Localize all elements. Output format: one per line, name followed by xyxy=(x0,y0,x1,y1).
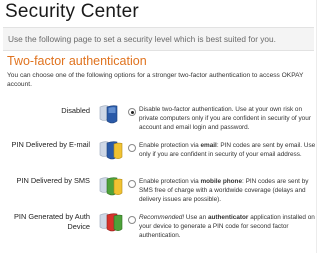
option-description: Disable two-factor authentication. Use a… xyxy=(139,105,317,132)
option-label: PIN Generated by Auth Device xyxy=(13,212,90,231)
shield-sms-icon xyxy=(99,177,123,196)
desc-text: Use an xyxy=(184,214,208,221)
radio-disabled[interactable] xyxy=(128,108,136,116)
desc-italic: Recommended! xyxy=(139,214,185,221)
radio-email[interactable] xyxy=(128,144,136,152)
option-description: Recommended! Use an authenticator applic… xyxy=(139,213,317,240)
desc-text: Enable protection via xyxy=(139,178,201,185)
desc-bold: mobile phone xyxy=(200,178,243,185)
option-label: PIN Delivered by E-mail xyxy=(11,140,90,149)
desc-text: Enable protection via xyxy=(139,142,201,149)
radio-sms[interactable] xyxy=(128,180,136,188)
option-description: Enable protection via email: PIN codes a… xyxy=(139,141,317,159)
option-label: Disabled xyxy=(61,106,90,115)
intro-text: Use the following page to set a security… xyxy=(8,34,276,44)
section-description: You can choose one of the following opti… xyxy=(7,72,304,88)
shield-disabled-icon xyxy=(99,105,118,124)
radio-auth-device[interactable] xyxy=(128,216,136,224)
option-description: Enable protection via mobile phone: PIN … xyxy=(139,177,317,204)
option-label: PIN Delivered by SMS xyxy=(16,176,90,185)
shield-auth-device-icon xyxy=(99,213,123,232)
desc-text: Disable two-factor authentication. Use a… xyxy=(139,106,311,132)
shield-email-icon xyxy=(99,141,123,160)
page-title: Security Center xyxy=(5,1,139,22)
desc-bold: authenticator xyxy=(207,214,249,221)
desc-bold: email xyxy=(200,142,217,149)
section-title: Two-factor authentication xyxy=(7,54,147,68)
